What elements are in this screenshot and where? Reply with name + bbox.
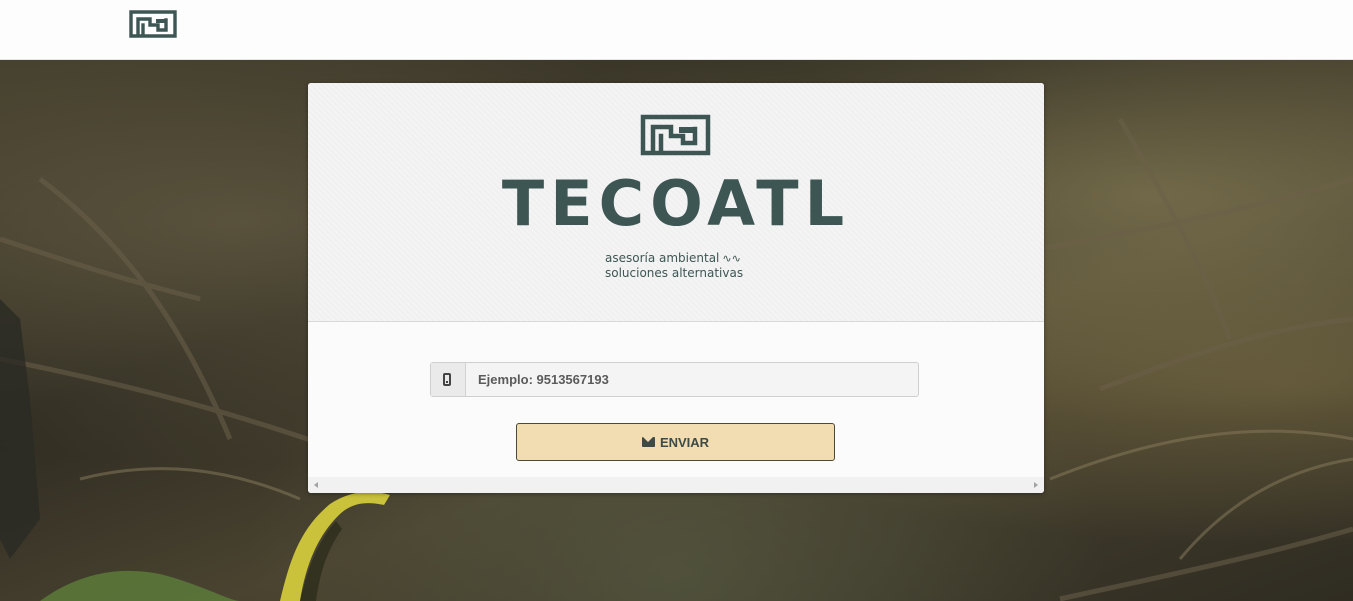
send-button[interactable]: ENVIAR xyxy=(516,423,835,461)
envelope-icon xyxy=(641,437,655,447)
phone-input-group xyxy=(430,362,919,397)
top-navbar xyxy=(0,0,1353,60)
horizontal-scrollbar[interactable] xyxy=(308,477,1044,493)
tecoatl-glyph-icon xyxy=(640,114,711,156)
wave-icon: ∿∿ xyxy=(722,252,741,265)
brand-tagline: asesoría ambiental ∿∿ soluciones alternat… xyxy=(605,251,743,281)
tagline-line-2: soluciones alternativas xyxy=(605,266,744,280)
phone-addon xyxy=(431,363,466,396)
login-card: TECOATL asesoría ambiental ∿∿ soluciones … xyxy=(308,83,1044,493)
tagline-line-1: asesoría ambiental xyxy=(605,251,720,265)
phone-input[interactable] xyxy=(466,363,918,396)
card-header: TECOATL asesoría ambiental ∿∿ soluciones … xyxy=(308,83,1044,322)
tecoatl-logo-icon[interactable] xyxy=(128,8,178,40)
mobile-phone-icon xyxy=(443,373,451,386)
scroll-left-icon[interactable] xyxy=(314,482,318,488)
brand-name: TECOATL xyxy=(501,167,851,240)
scroll-right-icon[interactable] xyxy=(1034,482,1038,488)
send-button-label: ENVIAR xyxy=(659,434,710,450)
